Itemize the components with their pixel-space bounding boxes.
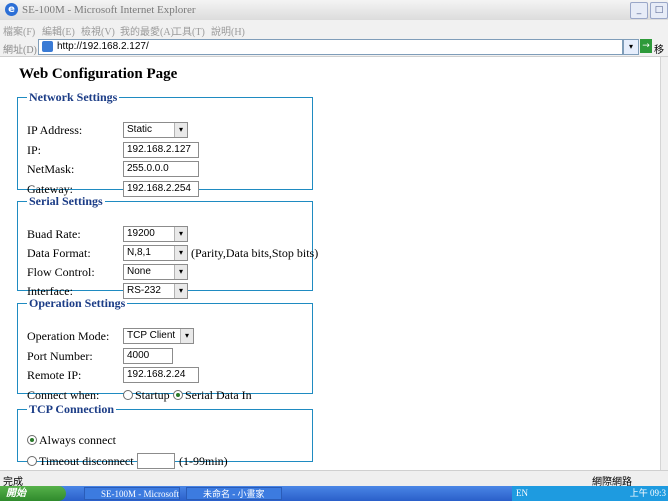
- menu-tools[interactable]: 工具(T): [172, 23, 205, 38]
- flow-value: None: [127, 266, 151, 277]
- system-tray: EN 上午 09:3: [512, 486, 668, 501]
- menu-file[interactable]: 檔案(F): [3, 23, 35, 38]
- always-radio[interactable]: [27, 435, 37, 445]
- ip-value: 192.168.2.127: [127, 144, 191, 155]
- remote-label: Remote IP:: [27, 368, 82, 382]
- serial-data-option[interactable]: Serial Data In: [173, 388, 252, 403]
- menu-bar: 檔案(F) 編輯(E) 檢視(V) 我的最愛(A) 工具(T) 說明(H): [0, 20, 668, 39]
- startup-option[interactable]: Startup: [123, 388, 170, 403]
- vertical-scrollbar[interactable]: [660, 57, 668, 470]
- ip-mode-value: Static: [127, 124, 153, 135]
- flow-label: Flow Control:: [27, 265, 95, 279]
- address-bar: 網址(D) http://192.168.2.127/ ▾ → 移至: [0, 38, 668, 71]
- netmask-label: NetMask:: [27, 162, 75, 176]
- network-legend: Network Settings: [29, 90, 118, 104]
- connect-label: Connect when:: [27, 388, 100, 402]
- address-dropdown-icon[interactable]: ▾: [623, 39, 639, 55]
- baud-value: 19200: [127, 228, 155, 239]
- tcp-legend: TCP Connection: [29, 402, 115, 416]
- task-paint[interactable]: 未命名 - 小畫家: [186, 487, 282, 500]
- startup-radio[interactable]: [123, 390, 133, 400]
- format-hint: (Parity,Data bits,Stop bits): [191, 246, 319, 260]
- always-row: Always connect: [27, 432, 287, 448]
- baud-select[interactable]: 19200 ▾: [123, 226, 188, 242]
- minimize-button[interactable]: _: [630, 2, 648, 19]
- mode-value: TCP Client: [127, 330, 176, 341]
- connect-row: Connect when: Startup Serial Data In: [27, 387, 307, 403]
- ie-icon: e: [5, 3, 18, 16]
- address-input[interactable]: http://192.168.2.127/: [38, 39, 623, 55]
- clock: 上午 09:3: [629, 488, 666, 498]
- address-label: 網址(D): [3, 45, 37, 56]
- timeout-field[interactable]: [137, 453, 175, 469]
- menu-edit[interactable]: 編輯(E): [42, 23, 75, 38]
- language-indicator[interactable]: EN: [516, 486, 528, 501]
- always-option[interactable]: Always connect: [27, 433, 116, 448]
- timeout-option[interactable]: Timeout disconnect: [27, 454, 134, 469]
- task-ie[interactable]: SE-100M - Microsoft I...: [84, 487, 180, 500]
- page-title: Web Configuration Page: [19, 66, 178, 82]
- chevron-down-icon: ▾: [174, 246, 187, 260]
- format-value: N,8,1: [127, 247, 151, 258]
- format-label: Data Format:: [27, 246, 91, 260]
- ip-mode-select[interactable]: Static ▾: [123, 122, 188, 138]
- taskbar: 開始 SE-100M - Microsoft I... 未命名 - 小畫家 EN…: [0, 486, 668, 501]
- tcp-connection: TCP Connection Always connect Timeout di…: [17, 402, 313, 469]
- port-value: 4000: [127, 350, 150, 361]
- start-button[interactable]: 開始: [0, 486, 66, 501]
- netmask-value: 255.0.0.0: [127, 163, 169, 174]
- timeout-radio[interactable]: [27, 456, 37, 466]
- netmask-field[interactable]: 255.0.0.0: [123, 161, 199, 177]
- chevron-down-icon: ▾: [174, 227, 187, 241]
- mode-select[interactable]: TCP Client ▾: [123, 328, 194, 344]
- always-label: Always connect: [39, 433, 116, 447]
- window-title: SE-100M - Microsoft Internet Explorer: [22, 4, 196, 16]
- ip-label: IP:: [27, 143, 42, 157]
- go-arrow-icon[interactable]: →: [640, 39, 652, 53]
- timeout-label: Timeout disconnect: [39, 454, 134, 468]
- port-label: Port Number:: [27, 349, 93, 363]
- remote-field[interactable]: 192.168.2.24: [123, 367, 199, 383]
- format-select[interactable]: N,8,1 ▾: [123, 245, 188, 261]
- address-url: http://192.168.2.127/: [57, 41, 149, 52]
- menu-favorites[interactable]: 我的最愛(A): [120, 23, 174, 38]
- flow-select[interactable]: None ▾: [123, 264, 188, 280]
- chevron-down-icon: ▾: [174, 123, 187, 137]
- operation-settings: Operation Settings Operation Mode: TCP C…: [17, 296, 313, 402]
- interface-value: RS-232: [127, 285, 161, 296]
- network-settings: Network Settings IP Address: Static ▾ IP…: [17, 90, 313, 197]
- serial-data-radio[interactable]: [173, 390, 183, 400]
- page-content: Web Configuration Page Network Settings …: [0, 57, 660, 470]
- serial-settings: Serial Settings Buad Rate: 19200 ▾ Data …: [17, 194, 318, 299]
- title-bar: e SE-100M - Microsoft Internet Explorer …: [0, 0, 668, 21]
- status-bar: 完成 網際網路: [0, 470, 668, 488]
- baud-label: Buad Rate:: [27, 227, 81, 241]
- page-icon: [42, 41, 53, 52]
- serial-data-label: Serial Data In: [185, 388, 252, 402]
- chevron-down-icon: ▾: [174, 265, 187, 279]
- serial-legend: Serial Settings: [29, 194, 103, 208]
- gateway-value: 192.168.2.254: [127, 183, 191, 194]
- startup-label: Startup: [135, 388, 170, 402]
- ip-address-label: IP Address:: [27, 123, 83, 137]
- maximize-button[interactable]: □: [650, 2, 668, 19]
- port-field[interactable]: 4000: [123, 348, 173, 364]
- menu-help[interactable]: 說明(H): [211, 23, 245, 38]
- mode-label: Operation Mode:: [27, 329, 110, 343]
- timeout-hint: (1-99min): [179, 454, 228, 468]
- menu-view[interactable]: 檢視(V): [81, 23, 115, 38]
- operation-legend: Operation Settings: [29, 296, 126, 310]
- chevron-down-icon: ▾: [180, 329, 193, 343]
- remote-value: 192.168.2.24: [127, 369, 186, 380]
- ip-field[interactable]: 192.168.2.127: [123, 142, 199, 158]
- timeout-row: Timeout disconnect (1-99min): [27, 453, 297, 469]
